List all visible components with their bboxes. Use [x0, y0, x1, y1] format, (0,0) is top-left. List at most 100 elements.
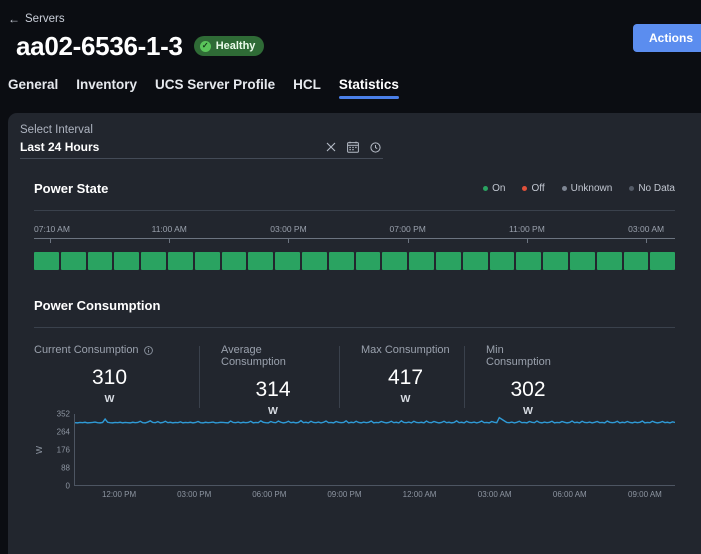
page-title: aa02-6536-1-3 [16, 31, 183, 61]
power-state-segment[interactable] [569, 252, 595, 270]
chart-y-tick: 264 [56, 427, 70, 437]
power-state-segment[interactable] [60, 252, 86, 270]
stat-min-consumption: Min Consumption 302 W [464, 344, 584, 417]
legend-label-on: On [492, 182, 506, 194]
chart-y-tick: 352 [56, 409, 70, 419]
chart-x-tick: 03:00 AM [477, 490, 512, 499]
power-state-title: Power State [34, 180, 109, 196]
chart-x-tick: 12:00 PM [101, 490, 137, 499]
calendar-icon[interactable] [347, 141, 359, 153]
title-row: aa02-6536-1-3 ✓ Healthy [8, 32, 701, 61]
power-state-time-tick: 03:00 PM [270, 224, 307, 234]
legend-item-on[interactable]: On [483, 183, 505, 194]
chart-x-tick: 03:00 PM [177, 490, 212, 499]
power-state-segment[interactable] [435, 252, 461, 270]
chart-plot-area[interactable] [74, 414, 675, 486]
chart-y-tick: 176 [56, 445, 70, 455]
interval-field-icons [326, 141, 383, 153]
page-header: ← Servers aa02-6536-1-3 ✓ Healthy Action… [0, 0, 701, 61]
power-state-segment[interactable] [328, 252, 354, 270]
legend-dot-unknown [561, 185, 567, 191]
tab-inventory[interactable]: Inventory [76, 77, 137, 99]
power-consumption-divider [34, 327, 675, 328]
power-state-segment[interactable] [87, 252, 113, 270]
check-circle-icon: ✓ [199, 40, 211, 52]
stat-label-min: Min Consumption [486, 344, 551, 368]
tab-bar: General Inventory UCS Server Profile HCL… [0, 61, 701, 99]
power-state-time-axis-labels: 07:10 AM 11:00 AM 03:00 PM 07:00 PM 11:00 PM… [34, 224, 675, 236]
stat-label-current-text: Current Consumption [34, 344, 139, 356]
power-state-axis-line [34, 238, 675, 239]
chart-x-tick: 09:00 AM [628, 490, 662, 499]
power-state-segment[interactable] [596, 252, 622, 270]
stat-unit-current: W [104, 393, 115, 405]
power-state-segment[interactable] [489, 252, 515, 270]
power-state-segment[interactable] [221, 252, 247, 270]
power-state-axis-mark [526, 238, 528, 243]
power-state-segment[interactable] [623, 252, 649, 270]
select-interval-field[interactable]: Last 24 Hours [20, 140, 383, 159]
power-state-segment[interactable] [114, 252, 140, 270]
power-state-segment[interactable] [301, 252, 327, 270]
power-state-segment[interactable] [248, 252, 274, 270]
breadcrumb-servers[interactable]: ← Servers [8, 13, 65, 25]
tab-hcl[interactable]: HCL [293, 77, 321, 99]
info-icon[interactable] [143, 345, 153, 355]
power-state-time-tick: 07:00 PM [389, 224, 426, 234]
power-consumption-header: Power Consumption [20, 292, 689, 318]
status-badge: ✓ Healthy [193, 36, 265, 57]
power-state-segment[interactable] [543, 252, 568, 270]
power-state-panel: Power State On Off Unknown No Data 07:10… [20, 175, 689, 270]
tab-ucs-server-profile[interactable]: UCS Server Profile [155, 77, 275, 99]
close-icon[interactable] [326, 142, 336, 152]
power-state-segment[interactable] [141, 252, 166, 270]
power-state-segment[interactable] [355, 252, 381, 270]
power-state-segment[interactable] [650, 252, 676, 270]
stat-label-average: Average Consumption [221, 344, 286, 368]
stat-current-consumption: Current Consumption 310 W [34, 344, 199, 410]
power-state-axis-mark [169, 238, 171, 243]
power-state-segment[interactable] [462, 252, 488, 270]
power-state-segment[interactable] [167, 252, 193, 270]
legend-label-no-data: No Data [638, 182, 675, 194]
legend-item-off[interactable]: Off [522, 183, 545, 194]
chart-x-tick: 06:00 PM [252, 490, 287, 499]
statistics-card: Select Interval Last 24 Hours Power Stat… [8, 113, 701, 554]
stat-unit-max: W [400, 393, 411, 405]
power-state-timeline[interactable] [34, 252, 676, 270]
power-state-time-tick: 11:00 AM [151, 224, 187, 234]
power-consumption-stats: Current Consumption 310 W Average Consum… [20, 344, 689, 417]
actions-button[interactable]: Actions [632, 24, 701, 52]
tab-general[interactable]: General [8, 77, 58, 99]
legend-dot-on [483, 185, 489, 191]
select-interval-label: Select Interval [20, 124, 93, 136]
chart-y-tick: 88 [61, 463, 70, 473]
chart-x-tick: 12:00 AM [402, 490, 437, 499]
power-state-legend: On Off Unknown No Data [483, 183, 675, 194]
legend-item-no-data[interactable]: No Data [629, 183, 675, 194]
power-state-segment[interactable] [382, 252, 408, 270]
stat-value-current: 310 [91, 366, 128, 389]
chart-x-tick: 06:00 AM [552, 490, 587, 499]
power-consumption-chart: W 352 264 176 88 0 12:00 PM 03:00 PM 06:00 PM 0… [20, 410, 689, 514]
power-state-time-tick: 03:00 AM [628, 224, 665, 234]
power-state-segment[interactable] [409, 252, 434, 270]
legend-dot-no-data [629, 185, 635, 191]
stat-value-min: 302 [510, 378, 546, 401]
clock-icon[interactable] [370, 141, 381, 153]
power-state-axis [34, 238, 675, 246]
legend-dot-off [522, 185, 528, 191]
power-state-header: Power State On Off Unknown No Data [20, 175, 689, 201]
power-state-segment[interactable] [275, 252, 300, 270]
breadcrumb-label: Servers [25, 13, 65, 25]
stat-average-consumption: Average Consumption 314 W [199, 344, 339, 417]
power-state-segment[interactable] [194, 252, 220, 270]
select-interval-input[interactable]: Last 24 Hours [20, 140, 326, 154]
power-state-segment[interactable] [516, 252, 542, 270]
chart-line-series [75, 414, 675, 485]
tab-statistics[interactable]: Statistics [338, 77, 399, 99]
power-state-axis-mark [646, 238, 648, 243]
legend-item-unknown[interactable]: Unknown [561, 183, 612, 194]
power-consumption-panel: Power Consumption Current Consumption 31… [20, 292, 689, 514]
power-state-segment[interactable] [34, 252, 59, 270]
